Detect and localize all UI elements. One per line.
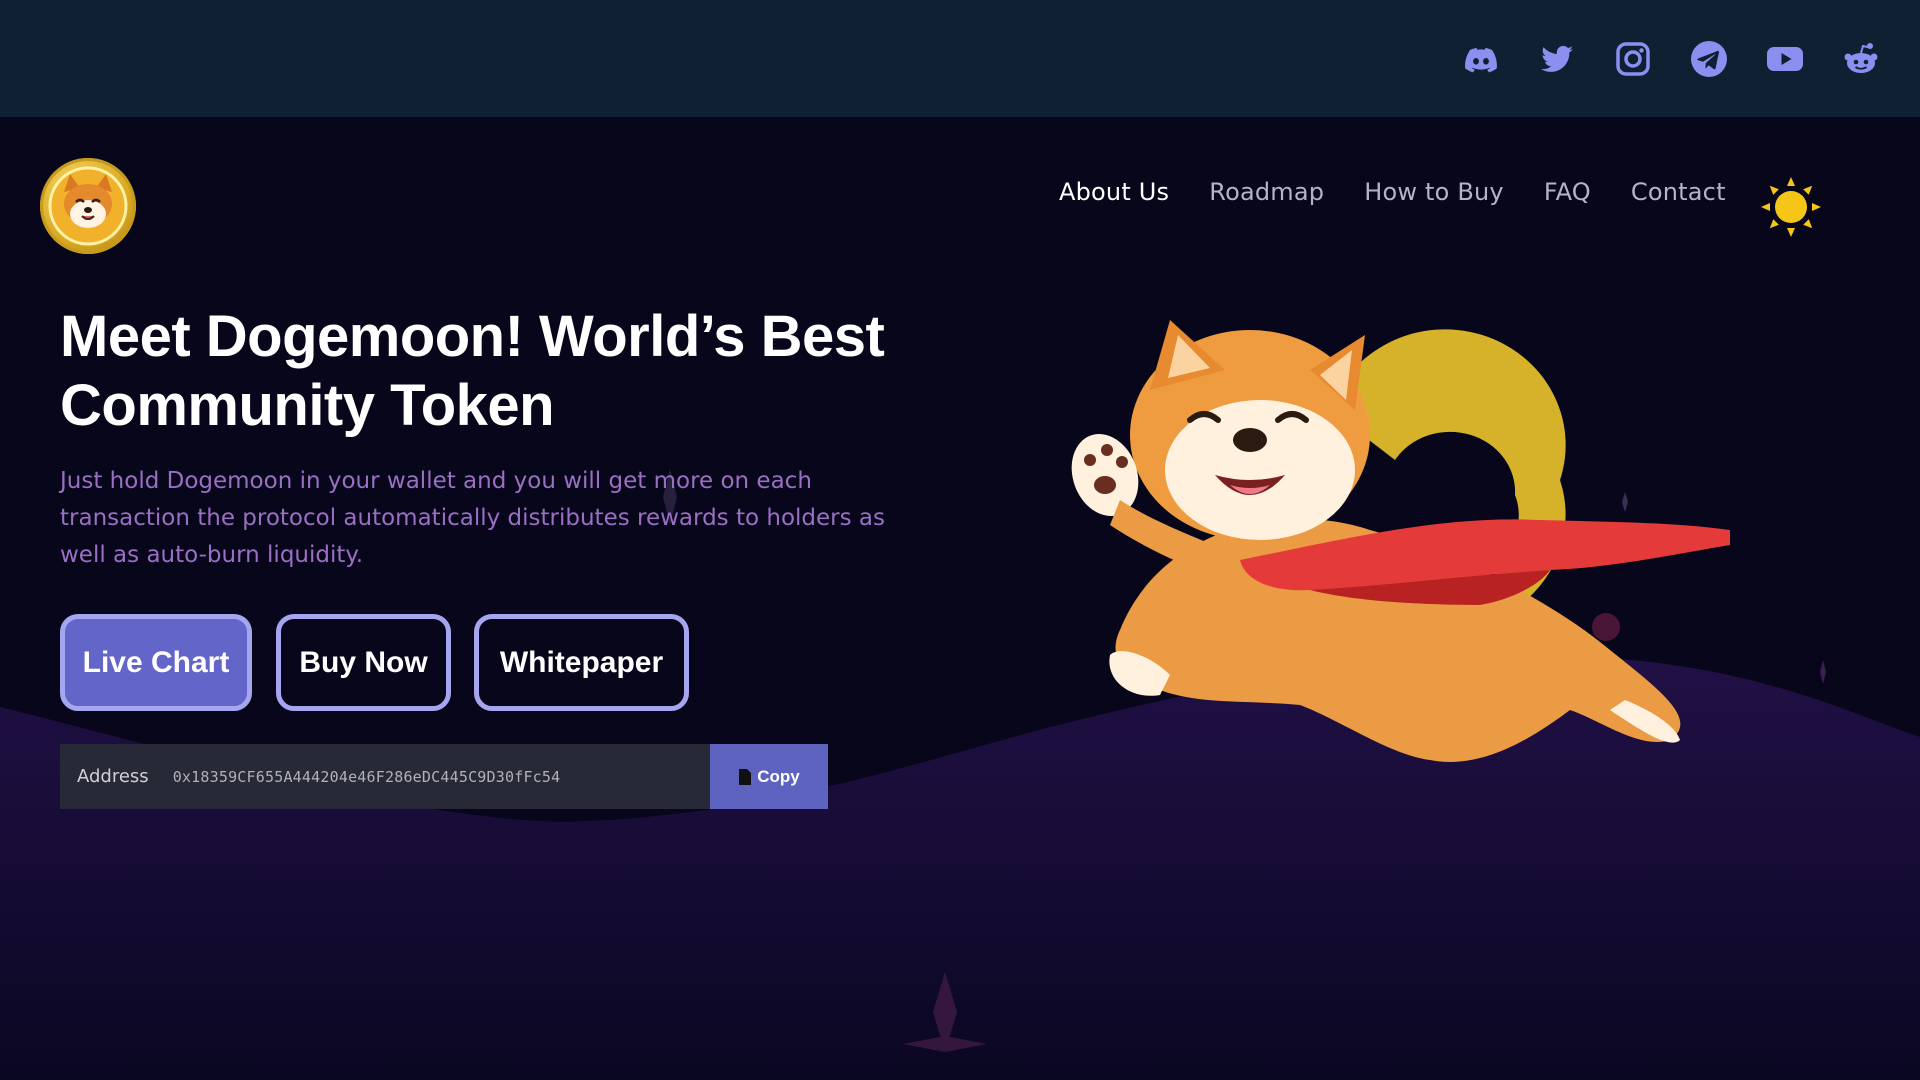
- dogemoon-logo[interactable]: [40, 158, 136, 254]
- contract-address-bar: Address 0x18359CF655A444204e46F286eDC445…: [60, 744, 828, 809]
- address-field[interactable]: Address 0x18359CF655A444204e46F286eDC445…: [60, 744, 710, 809]
- twitter-icon[interactable]: [1536, 38, 1578, 80]
- social-bar: [0, 0, 1920, 117]
- nav-how-to-buy[interactable]: How to Buy: [1364, 178, 1504, 206]
- discord-icon[interactable]: [1460, 38, 1502, 80]
- whitepaper-button[interactable]: Whitepaper: [474, 614, 689, 711]
- nav-faq[interactable]: FAQ: [1544, 178, 1591, 206]
- instagram-icon[interactable]: [1612, 38, 1654, 80]
- live-chart-button[interactable]: Live Chart: [60, 614, 252, 711]
- headline-line-2: Community Token: [60, 373, 555, 438]
- buy-now-button[interactable]: Buy Now: [276, 614, 451, 711]
- nav-about-us[interactable]: About Us: [1059, 178, 1169, 206]
- sun-icon[interactable]: [1760, 176, 1822, 238]
- copy-label: Copy: [757, 766, 800, 786]
- hero-headline: Meet Dogemoon! World’s Best Community To…: [60, 302, 960, 440]
- nav-contact[interactable]: Contact: [1631, 178, 1726, 206]
- headline-line-1: Meet Dogemoon! World’s Best: [60, 304, 885, 369]
- hero-subtext: Just hold Dogemoon in your wallet and yo…: [60, 468, 885, 568]
- reddit-icon[interactable]: [1840, 38, 1882, 80]
- nav-roadmap[interactable]: Roadmap: [1209, 178, 1324, 206]
- telegram-icon[interactable]: [1688, 38, 1730, 80]
- address-label: Address: [77, 766, 149, 787]
- copy-button[interactable]: Copy: [710, 744, 828, 809]
- copy-icon: [739, 768, 752, 785]
- flying-dog-mascot: [1071, 320, 1730, 762]
- main-nav: About Us Roadmap How to Buy FAQ Contact: [1059, 178, 1766, 206]
- youtube-icon[interactable]: [1764, 38, 1806, 80]
- address-value[interactable]: 0x18359CF655A444204e46F286eDC445C9D30fFc…: [173, 768, 561, 786]
